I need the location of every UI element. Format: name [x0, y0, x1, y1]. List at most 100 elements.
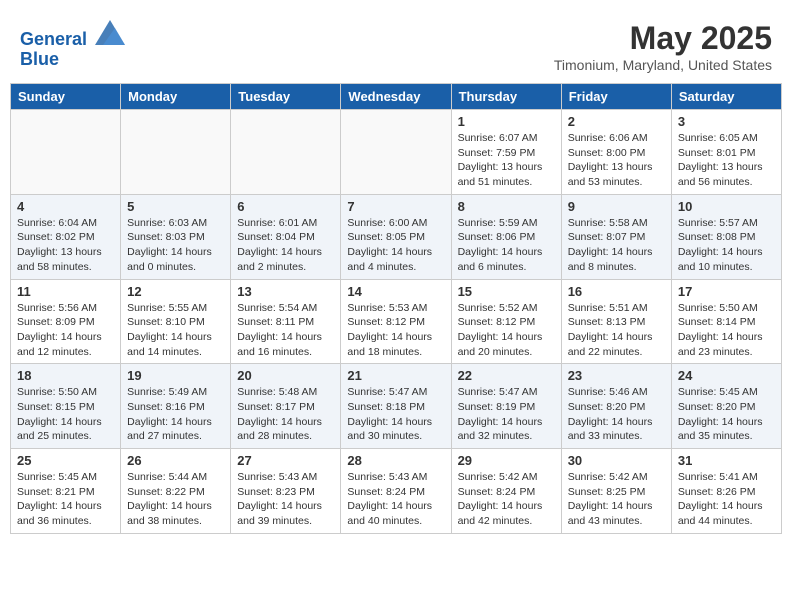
- day-number: 11: [17, 284, 114, 299]
- day-info: Sunrise: 6:06 AMSunset: 8:00 PMDaylight:…: [568, 131, 665, 190]
- calendar-cell: 7 Sunrise: 6:00 AMSunset: 8:05 PMDaylight…: [341, 194, 451, 279]
- logo-blue: Blue: [20, 49, 59, 69]
- calendar-cell: 19 Sunrise: 5:49 AMSunset: 8:16 PMDayligh…: [121, 364, 231, 449]
- day-info: Sunrise: 5:53 AMSunset: 8:12 PMDaylight:…: [347, 301, 444, 360]
- day-info: Sunrise: 5:48 AMSunset: 8:17 PMDaylight:…: [237, 385, 334, 444]
- day-number: 25: [17, 453, 114, 468]
- day-number: 17: [678, 284, 775, 299]
- title-block: May 2025 Timonium, Maryland, United Stat…: [554, 20, 772, 73]
- day-info: Sunrise: 6:00 AMSunset: 8:05 PMDaylight:…: [347, 216, 444, 275]
- day-number: 6: [237, 199, 334, 214]
- day-info: Sunrise: 5:41 AMSunset: 8:26 PMDaylight:…: [678, 470, 775, 529]
- day-info: Sunrise: 5:51 AMSunset: 8:13 PMDaylight:…: [568, 301, 665, 360]
- day-header-monday: Monday: [121, 84, 231, 110]
- day-number: 9: [568, 199, 665, 214]
- day-info: Sunrise: 5:44 AMSunset: 8:22 PMDaylight:…: [127, 470, 224, 529]
- day-number: 4: [17, 199, 114, 214]
- day-info: Sunrise: 6:05 AMSunset: 8:01 PMDaylight:…: [678, 131, 775, 190]
- calendar-table: SundayMondayTuesdayWednesdayThursdayFrid…: [10, 83, 782, 534]
- day-info: Sunrise: 5:47 AMSunset: 8:19 PMDaylight:…: [458, 385, 555, 444]
- calendar-cell: [11, 110, 121, 195]
- day-info: Sunrise: 6:07 AMSunset: 7:59 PMDaylight:…: [458, 131, 555, 190]
- day-info: Sunrise: 5:59 AMSunset: 8:06 PMDaylight:…: [458, 216, 555, 275]
- day-number: 30: [568, 453, 665, 468]
- day-number: 12: [127, 284, 224, 299]
- calendar-cell: 5 Sunrise: 6:03 AMSunset: 8:03 PMDaylight…: [121, 194, 231, 279]
- calendar-week-4: 18 Sunrise: 5:50 AMSunset: 8:15 PMDayligh…: [11, 364, 782, 449]
- day-number: 22: [458, 368, 555, 383]
- calendar-cell: 31 Sunrise: 5:41 AMSunset: 8:26 PMDayligh…: [671, 449, 781, 534]
- calendar-cell: 28 Sunrise: 5:43 AMSunset: 8:24 PMDayligh…: [341, 449, 451, 534]
- calendar-cell: [121, 110, 231, 195]
- calendar-cell: 14 Sunrise: 5:53 AMSunset: 8:12 PMDayligh…: [341, 279, 451, 364]
- calendar-cell: 15 Sunrise: 5:52 AMSunset: 8:12 PMDayligh…: [451, 279, 561, 364]
- day-number: 15: [458, 284, 555, 299]
- calendar-week-1: 1 Sunrise: 6:07 AMSunset: 7:59 PMDaylight…: [11, 110, 782, 195]
- calendar-cell: 9 Sunrise: 5:58 AMSunset: 8:07 PMDaylight…: [561, 194, 671, 279]
- calendar-cell: 22 Sunrise: 5:47 AMSunset: 8:19 PMDayligh…: [451, 364, 561, 449]
- day-number: 31: [678, 453, 775, 468]
- calendar-cell: 6 Sunrise: 6:01 AMSunset: 8:04 PMDaylight…: [231, 194, 341, 279]
- location-text: Timonium, Maryland, United States: [554, 57, 772, 73]
- calendar-cell: 17 Sunrise: 5:50 AMSunset: 8:14 PMDayligh…: [671, 279, 781, 364]
- day-number: 26: [127, 453, 224, 468]
- day-number: 14: [347, 284, 444, 299]
- logo-icon: [95, 20, 125, 45]
- calendar-cell: 16 Sunrise: 5:51 AMSunset: 8:13 PMDayligh…: [561, 279, 671, 364]
- day-info: Sunrise: 5:50 AMSunset: 8:15 PMDaylight:…: [17, 385, 114, 444]
- calendar-cell: 27 Sunrise: 5:43 AMSunset: 8:23 PMDayligh…: [231, 449, 341, 534]
- calendar-cell: [231, 110, 341, 195]
- day-number: 2: [568, 114, 665, 129]
- day-info: Sunrise: 6:01 AMSunset: 8:04 PMDaylight:…: [237, 216, 334, 275]
- day-header-tuesday: Tuesday: [231, 84, 341, 110]
- month-title: May 2025: [554, 20, 772, 57]
- day-info: Sunrise: 5:46 AMSunset: 8:20 PMDaylight:…: [568, 385, 665, 444]
- logo: General Blue: [20, 20, 125, 70]
- day-number: 7: [347, 199, 444, 214]
- day-info: Sunrise: 5:54 AMSunset: 8:11 PMDaylight:…: [237, 301, 334, 360]
- calendar-cell: 1 Sunrise: 6:07 AMSunset: 7:59 PMDaylight…: [451, 110, 561, 195]
- day-info: Sunrise: 5:43 AMSunset: 8:23 PMDaylight:…: [237, 470, 334, 529]
- day-number: 10: [678, 199, 775, 214]
- day-number: 5: [127, 199, 224, 214]
- calendar-week-3: 11Sunrise: 5:56 AMSunset: 8:09 PMDayligh…: [11, 279, 782, 364]
- calendar-cell: [341, 110, 451, 195]
- calendar-cell: 2 Sunrise: 6:06 AMSunset: 8:00 PMDaylight…: [561, 110, 671, 195]
- day-info: Sunrise: 5:52 AMSunset: 8:12 PMDaylight:…: [458, 301, 555, 360]
- day-number: 29: [458, 453, 555, 468]
- day-number: 28: [347, 453, 444, 468]
- calendar-cell: 18 Sunrise: 5:50 AMSunset: 8:15 PMDayligh…: [11, 364, 121, 449]
- day-info: Sunrise: 6:03 AMSunset: 8:03 PMDaylight:…: [127, 216, 224, 275]
- day-header-thursday: Thursday: [451, 84, 561, 110]
- day-info: Sunrise: 5:49 AMSunset: 8:16 PMDaylight:…: [127, 385, 224, 444]
- day-number: 1: [458, 114, 555, 129]
- calendar-cell: 26 Sunrise: 5:44 AMSunset: 8:22 PMDayligh…: [121, 449, 231, 534]
- day-number: 8: [458, 199, 555, 214]
- calendar-cell: 13 Sunrise: 5:54 AMSunset: 8:11 PMDayligh…: [231, 279, 341, 364]
- day-number: 16: [568, 284, 665, 299]
- day-number: 24: [678, 368, 775, 383]
- calendar-cell: 21Sunrise: 5:47 AMSunset: 8:18 PMDayligh…: [341, 364, 451, 449]
- calendar-header-row: SundayMondayTuesdayWednesdayThursdayFrid…: [11, 84, 782, 110]
- day-number: 13: [237, 284, 334, 299]
- day-header-saturday: Saturday: [671, 84, 781, 110]
- logo-general: General: [20, 29, 87, 49]
- day-info: Sunrise: 5:45 AMSunset: 8:21 PMDaylight:…: [17, 470, 114, 529]
- day-number: 3: [678, 114, 775, 129]
- calendar-cell: 11Sunrise: 5:56 AMSunset: 8:09 PMDayligh…: [11, 279, 121, 364]
- day-info: Sunrise: 5:58 AMSunset: 8:07 PMDaylight:…: [568, 216, 665, 275]
- day-header-friday: Friday: [561, 84, 671, 110]
- page-header: General Blue May 2025 Timonium, Maryland…: [10, 10, 782, 78]
- day-info: Sunrise: 5:43 AMSunset: 8:24 PMDaylight:…: [347, 470, 444, 529]
- day-info: Sunrise: 6:04 AMSunset: 8:02 PMDaylight:…: [17, 216, 114, 275]
- calendar-cell: 30Sunrise: 5:42 AMSunset: 8:25 PMDayligh…: [561, 449, 671, 534]
- calendar-cell: 23Sunrise: 5:46 AMSunset: 8:20 PMDayligh…: [561, 364, 671, 449]
- day-number: 27: [237, 453, 334, 468]
- day-number: 19: [127, 368, 224, 383]
- calendar-cell: 4 Sunrise: 6:04 AMSunset: 8:02 PMDaylight…: [11, 194, 121, 279]
- day-number: 18: [17, 368, 114, 383]
- day-info: Sunrise: 5:50 AMSunset: 8:14 PMDaylight:…: [678, 301, 775, 360]
- day-number: 20: [237, 368, 334, 383]
- calendar-week-5: 25 Sunrise: 5:45 AMSunset: 8:21 PMDayligh…: [11, 449, 782, 534]
- calendar-cell: 20 Sunrise: 5:48 AMSunset: 8:17 PMDayligh…: [231, 364, 341, 449]
